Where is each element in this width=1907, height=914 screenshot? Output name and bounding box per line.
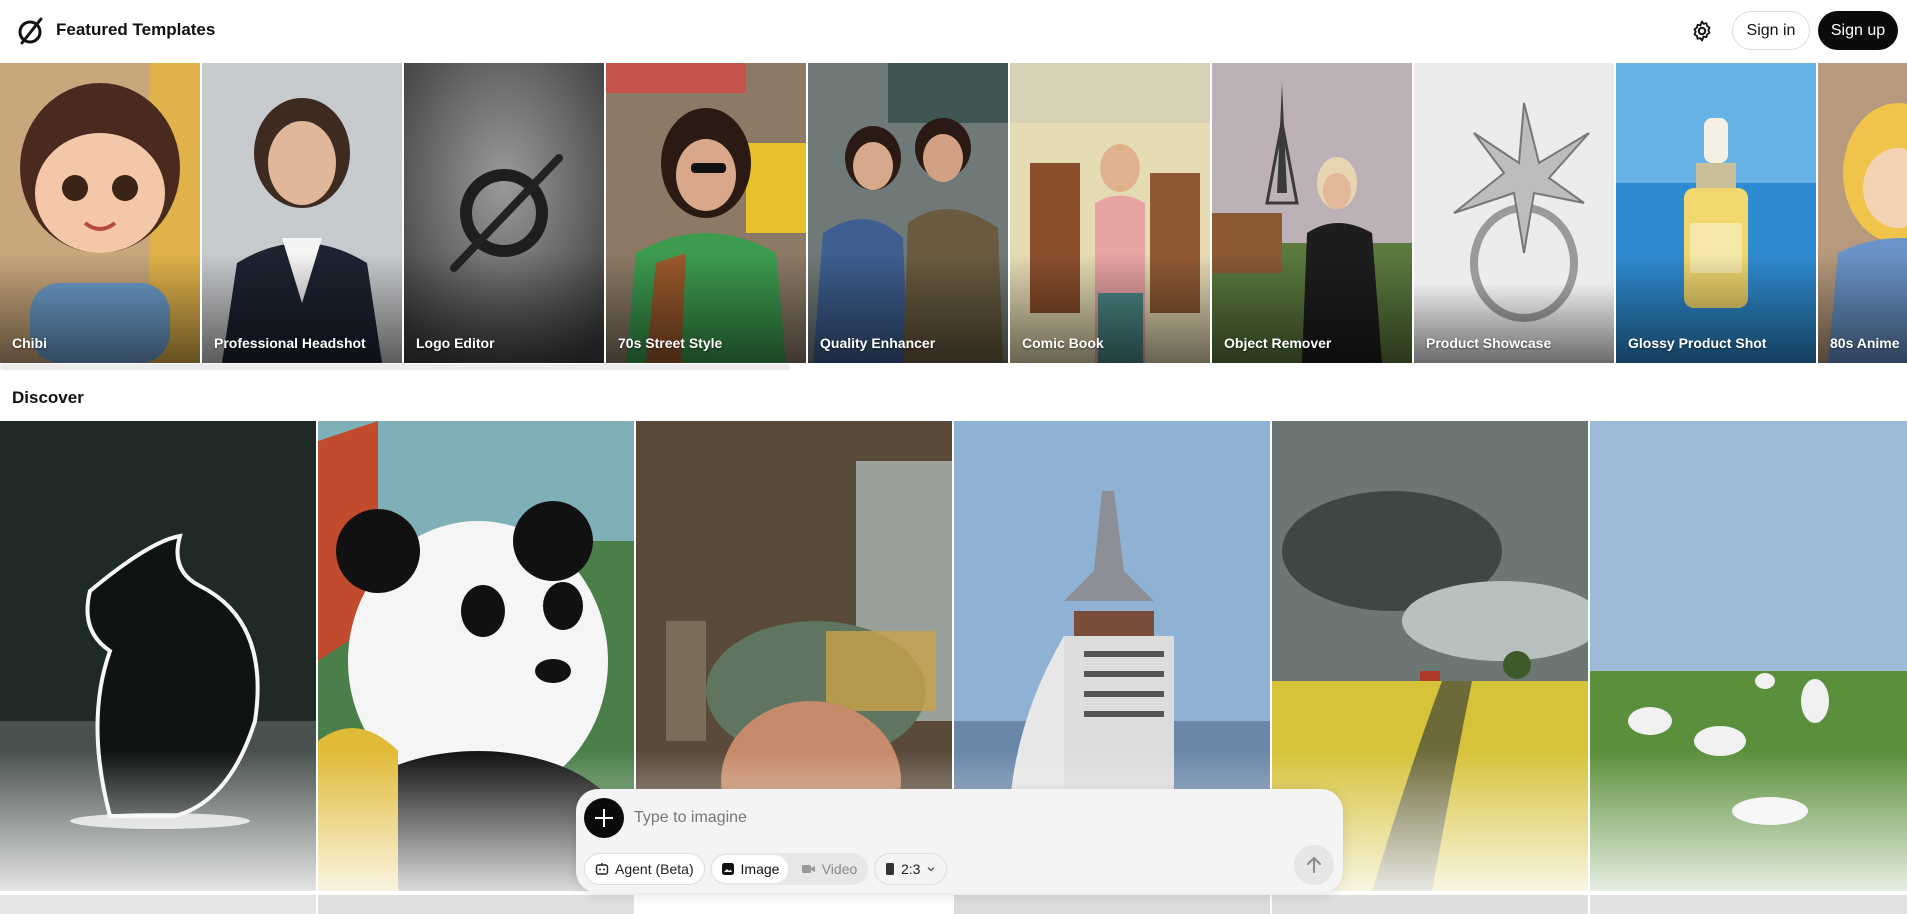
prompt-composer: Agent (Beta) Image Video 2:3 [576,789,1343,893]
template-label: Comic Book [1022,335,1104,351]
template-label: Logo Editor [416,335,495,351]
template-label: Object Remover [1224,335,1332,351]
page-title: Featured Templates [56,20,216,39]
gear-icon[interactable] [1690,19,1714,43]
template-card-chibi[interactable]: Chibi [0,63,200,363]
template-label: Product Showcase [1426,335,1552,351]
template-card-80s-anime[interactable]: 80s Anime [1818,63,1907,363]
prompt-input[interactable] [632,804,1236,832]
template-card-glossy-product-shot[interactable]: Glossy Product Shot [1616,63,1816,363]
image-mode-label: Image [740,861,780,877]
template-label: Quality Enhancer [820,335,936,351]
logo-icon[interactable] [14,15,46,47]
discover-heading: Discover [12,388,84,407]
discover-tile-sculpture[interactable] [0,421,316,891]
add-attachment-button[interactable] [584,798,624,838]
discover-tile-partial[interactable] [0,895,316,914]
template-card-comic-book[interactable]: Comic Book [1010,63,1210,363]
video-camera-icon [801,865,815,873]
carousel-scrollbar[interactable] [0,364,790,370]
discover-tile-partial[interactable] [1272,895,1588,914]
discover-tile-lambs[interactable] [1590,421,1907,891]
template-card-object-remover[interactable]: Object Remover [1212,63,1412,363]
template-card-logo-editor[interactable]: Logo Editor [404,63,604,363]
aspect-ratio-dropdown[interactable]: 2:3 [874,853,948,885]
discover-tile-partial[interactable] [954,895,1270,914]
submit-prompt-button[interactable] [1294,845,1334,885]
template-label: Glossy Product Shot [1628,335,1767,351]
template-label: Professional Headshot [214,335,366,351]
image-mode-tab[interactable]: Image [712,855,788,883]
sign-up-button[interactable]: Sign up [1818,11,1898,50]
aspect-ratio-label: 2:3 [901,861,921,877]
template-card-quality-enhancer[interactable]: Quality Enhancer [808,63,1008,363]
template-label: 70s Street Style [618,335,723,351]
top-header: Featured Templates Sign in Sign up [0,0,1907,62]
template-card-70s-street-style[interactable]: 70s Street Style [606,63,806,363]
discover-tile-partial[interactable] [318,895,634,914]
chevron-down-icon [927,867,935,872]
sign-in-button[interactable]: Sign in [1732,11,1810,50]
template-label: 80s Anime [1830,335,1900,351]
arrow-up-icon [1307,857,1321,873]
agent-mode-label: Agent (Beta) [615,861,694,877]
template-card-professional-headshot[interactable]: Professional Headshot [202,63,402,363]
image-icon [721,863,734,875]
template-label: Chibi [12,335,47,351]
agent-mode-button[interactable]: Agent (Beta) [584,853,705,885]
robot-icon [595,863,609,875]
media-type-toggle: Image Video [710,853,868,885]
discover-tile-partial[interactable] [1590,895,1907,914]
featured-templates-carousel[interactable]: Chibi Professional Headshot Logo Editor [0,63,1907,363]
aspect-ratio-icon [886,863,894,875]
video-mode-tab[interactable]: Video [794,855,864,883]
video-mode-label: Video [821,861,858,877]
template-card-product-showcase[interactable]: Product Showcase [1414,63,1614,363]
